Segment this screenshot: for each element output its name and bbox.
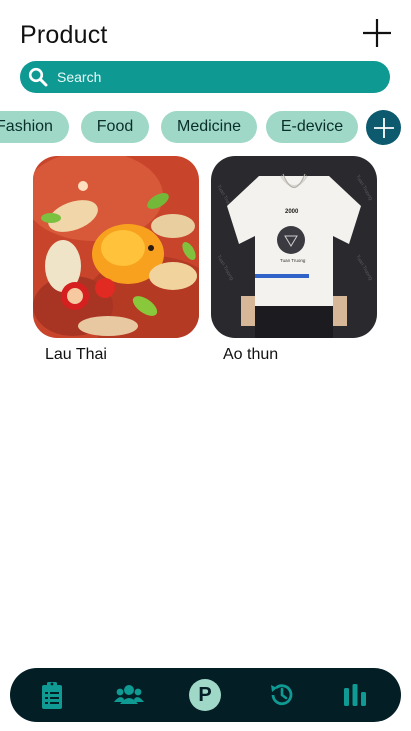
product-name: Ao thun — [223, 346, 279, 363]
nav-customers-tab[interactable] — [113, 679, 145, 711]
white-tshirt-photo: Tuan Truong Tuan Truong Tuan Truong Tuan… — [211, 156, 377, 338]
search-icon — [28, 67, 48, 87]
product-image-lau-thai — [33, 156, 199, 338]
nav-orders-tab[interactable] — [36, 679, 68, 711]
product-card[interactable]: Tuan Truong Tuan Truong Tuan Truong Tuan… — [211, 156, 377, 364]
add-category-button[interactable] — [366, 110, 401, 145]
bar-chart-icon — [344, 684, 366, 706]
bottom-navigation: P — [10, 668, 401, 722]
page-title: Product — [20, 21, 108, 49]
category-bar: Fashion Food Medicine E-device — [0, 108, 411, 148]
nav-products-tab[interactable]: P — [189, 679, 221, 711]
nav-history-tab[interactable] — [266, 679, 298, 711]
plus-circle-icon — [373, 117, 394, 138]
category-chip-medicine[interactable]: Medicine — [161, 111, 257, 143]
product-card[interactable]: Lau Thai — [33, 156, 199, 364]
history-icon — [271, 684, 293, 706]
app-header: Product — [0, 0, 411, 60]
product-image-ao-thun: Tuan Truong Tuan Truong Tuan Truong Tuan… — [211, 156, 377, 338]
category-chip-fashion[interactable]: Fashion — [0, 111, 69, 143]
nav-statistics-tab[interactable] — [339, 679, 371, 711]
shirt-print-number: 2000 — [285, 209, 299, 215]
search-placeholder: Search — [57, 69, 102, 85]
users-icon — [114, 685, 144, 704]
search-input[interactable]: Search — [20, 61, 390, 93]
add-product-button[interactable] — [360, 16, 394, 50]
plus-icon — [363, 19, 391, 47]
clipboard-icon — [42, 682, 62, 709]
product-p-icon: P — [189, 679, 221, 711]
category-chip-food[interactable]: Food — [81, 111, 149, 143]
product-name: Lau Thai — [45, 346, 107, 363]
hot-pot-soup-photo — [33, 156, 199, 338]
shirt-print-brand: Tuan Truong — [280, 258, 306, 263]
category-chip-edevice[interactable]: E-device — [266, 111, 358, 143]
